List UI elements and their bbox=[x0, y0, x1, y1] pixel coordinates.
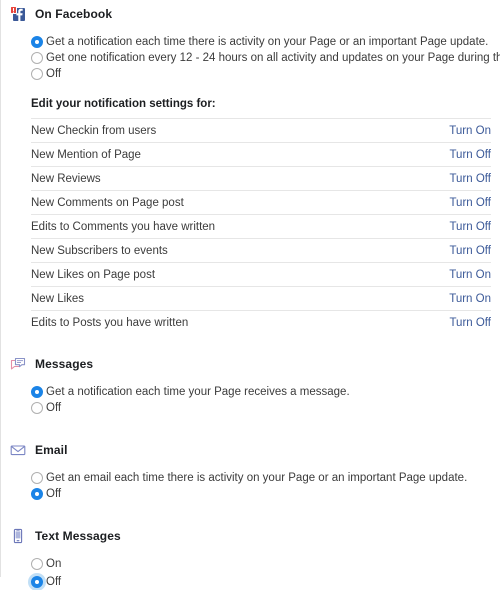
radio-option-row[interactable]: Get one notification every 12 - 24 hours… bbox=[31, 50, 500, 66]
setting-name: New Checkin from users bbox=[31, 124, 157, 137]
envelope-icon bbox=[10, 442, 26, 458]
section-header-email: Email bbox=[1, 440, 500, 460]
setting-toggle-link[interactable]: Turn Off bbox=[449, 173, 491, 185]
radio-option-row[interactable]: Get an email each time there is activity… bbox=[31, 470, 500, 486]
notification-settings-page: On Facebook Get a notification each time… bbox=[0, 0, 500, 588]
section-header-on-facebook: On Facebook bbox=[1, 4, 500, 24]
setting-toggle-link[interactable]: Turn On bbox=[449, 293, 491, 305]
section-title-on-facebook: On Facebook bbox=[35, 7, 113, 21]
setting-toggle-link[interactable]: Turn Off bbox=[449, 317, 491, 329]
radio-option-row[interactable]: Get a notification each time there is ac… bbox=[31, 34, 500, 50]
radio-label: Off bbox=[46, 576, 62, 588]
table-row: New Likes Turn On bbox=[31, 286, 491, 310]
section-title-text-messages: Text Messages bbox=[35, 529, 121, 543]
radio-option-row[interactable]: Off bbox=[31, 574, 500, 590]
setting-name: New Mention of Page bbox=[31, 148, 141, 161]
table-row: Edits to Comments you have written Turn … bbox=[31, 214, 491, 238]
section-title-messages: Messages bbox=[35, 357, 94, 371]
radio-option-row[interactable]: On bbox=[31, 556, 500, 572]
table-row: New Comments on Page post Turn Off bbox=[31, 190, 491, 214]
radio-label: Get an email each time there is activity… bbox=[46, 472, 468, 484]
table-row: New Reviews Turn Off bbox=[31, 166, 491, 190]
setting-name: New Reviews bbox=[31, 172, 101, 185]
table-row: New Mention of Page Turn Off bbox=[31, 142, 491, 166]
facebook-notification-icon bbox=[10, 6, 26, 22]
setting-toggle-link[interactable]: Turn On bbox=[449, 269, 491, 281]
radio-label: Get one notification every 12 - 24 hours… bbox=[46, 52, 500, 64]
setting-toggle-link[interactable]: Turn Off bbox=[449, 221, 491, 233]
speech-bubble-icon bbox=[10, 356, 26, 372]
table-row: Edits to Posts you have written Turn Off bbox=[31, 310, 491, 334]
radio-button[interactable] bbox=[31, 52, 43, 64]
radio-label: Off bbox=[46, 68, 62, 80]
section-header-text-messages: Text Messages bbox=[1, 526, 500, 546]
section-on-facebook: On Facebook Get a notification each time… bbox=[1, 0, 500, 334]
radio-option-row[interactable]: Off bbox=[31, 400, 500, 416]
radio-label: Off bbox=[46, 488, 62, 500]
radio-group-email: Get an email each time there is activity… bbox=[1, 460, 500, 502]
section-title-email: Email bbox=[35, 443, 68, 457]
radio-group-messages: Get a notification each time your Page r… bbox=[1, 374, 500, 416]
radio-label: On bbox=[46, 558, 62, 570]
table-row: New Checkin from users Turn On bbox=[31, 118, 491, 142]
radio-button[interactable] bbox=[31, 386, 43, 398]
setting-toggle-link[interactable]: Turn Off bbox=[449, 245, 491, 257]
table-row: New Likes on Page post Turn On bbox=[31, 262, 491, 286]
setting-toggle-link[interactable]: Turn On bbox=[449, 125, 491, 137]
radio-group-text-messages: On Off bbox=[1, 546, 500, 590]
radio-button[interactable] bbox=[31, 36, 43, 48]
radio-option-row[interactable]: Off bbox=[31, 66, 500, 82]
section-email: Email Get an email each time there is ac… bbox=[1, 416, 500, 502]
radio-button[interactable] bbox=[31, 558, 43, 570]
section-header-messages: Messages bbox=[1, 354, 500, 374]
radio-button[interactable] bbox=[31, 402, 43, 414]
setting-toggle-link[interactable]: Turn Off bbox=[449, 149, 491, 161]
setting-name: New Subscribers to events bbox=[31, 244, 168, 257]
section-messages: Messages Get a notification each time yo… bbox=[1, 334, 500, 416]
radio-label: Get a notification each time there is ac… bbox=[46, 36, 489, 48]
setting-toggle-link[interactable]: Turn Off bbox=[449, 197, 491, 209]
radio-label: Off bbox=[46, 402, 62, 414]
radio-button[interactable] bbox=[31, 472, 43, 484]
radio-button[interactable] bbox=[31, 68, 43, 80]
setting-name: Edits to Posts you have written bbox=[31, 316, 189, 329]
edit-settings-subheading: Edit your notification settings for: bbox=[31, 98, 216, 110]
radio-button[interactable] bbox=[31, 576, 43, 588]
setting-name: New Likes on Page post bbox=[31, 268, 156, 281]
radio-option-row[interactable]: Off bbox=[31, 486, 500, 502]
notification-settings-table: New Checkin from users Turn On New Menti… bbox=[1, 110, 500, 334]
radio-label: Get a notification each time your Page r… bbox=[46, 386, 350, 398]
table-row: New Subscribers to events Turn Off bbox=[31, 238, 491, 262]
radio-group-on-facebook: Get a notification each time there is ac… bbox=[1, 24, 500, 82]
setting-name: New Likes bbox=[31, 292, 85, 305]
radio-button[interactable] bbox=[31, 488, 43, 500]
setting-name: New Comments on Page post bbox=[31, 196, 184, 209]
radio-option-row[interactable]: Get a notification each time your Page r… bbox=[31, 384, 500, 400]
mobile-phone-icon bbox=[10, 528, 26, 544]
setting-name: Edits to Comments you have written bbox=[31, 220, 216, 233]
